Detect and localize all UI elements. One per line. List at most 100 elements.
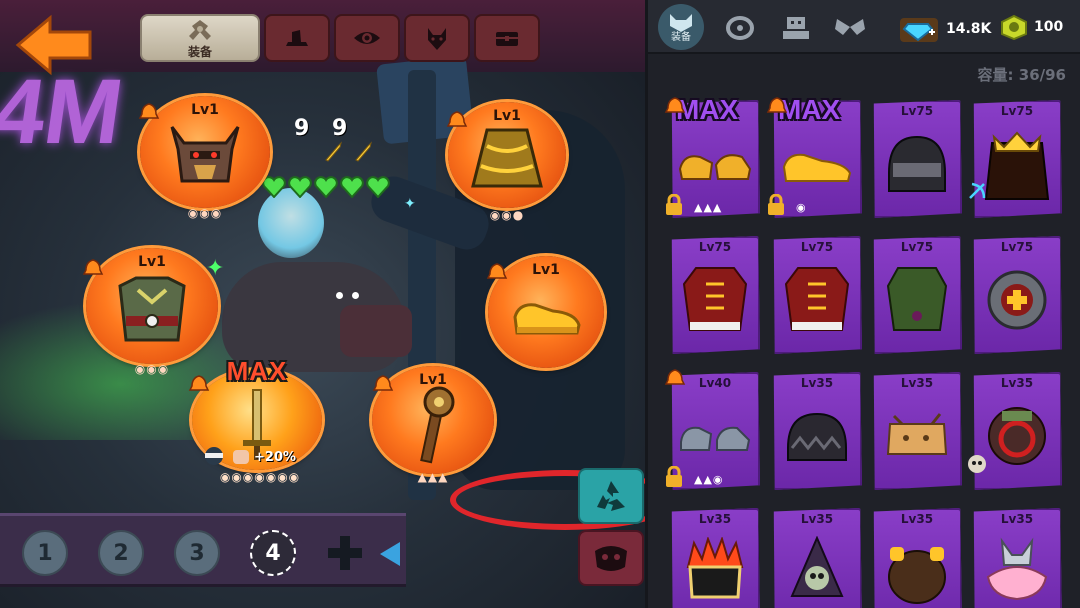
hearts-row [262,176,390,198]
eye-icon [354,32,380,44]
inventory-card[interactable]: Lv75 [969,100,1062,218]
lock-icon [666,466,682,487]
bell-icon [372,375,394,391]
slot-level: Lv1 [138,254,166,270]
inventory-card[interactable]: MAX ▲▲▲ [664,94,760,218]
ninja-mask-icon [205,447,223,465]
inventory-card[interactable]: Lv75 [772,236,862,354]
armor-slot[interactable]: Lv1 ◉◉◉ [86,248,218,376]
gold-boots-icon [782,153,852,182]
loadout-1-button[interactable]: 1 [22,530,68,576]
diamond-icon [900,18,938,42]
back-button[interactable] [14,14,94,76]
card-level: Lv75 [800,240,834,254]
tab-chest[interactable] [474,14,540,62]
hat-icon [286,30,308,46]
capacity-label: 容量: 36/96 [977,66,1066,84]
card-runes: ▲▲▲ [694,201,723,214]
red-coat-icon [784,266,850,331]
dark-helmet-icon [787,412,847,461]
tab-wolf[interactable] [404,14,470,62]
coins-counter: 100 [1000,14,1063,40]
slot-max-label: MAX [226,356,288,386]
inventory-card[interactable]: Lv35 [772,372,862,490]
appearance-button[interactable] [578,530,644,586]
slot-badges: ◉◉◉◉◉◉◉ [219,470,301,484]
inventory-card[interactable]: Lv35 [772,508,862,608]
inventory-card[interactable]: Lv40 ▲▲◉ [664,369,760,490]
sword-icon [355,141,372,162]
red-coat-icon [682,266,748,331]
collapse-arrow-icon[interactable] [378,540,402,568]
owl-icon [968,455,986,473]
bell-icon [664,369,686,385]
heart-icon [314,176,338,198]
axe-emblem-icon [189,19,211,40]
gems-value: 14.8K [946,21,992,37]
flame-mask-icon [686,536,744,599]
slot-badges: ▲▲▲ [417,470,449,484]
card-runes: ◉ [796,201,807,214]
inventory-card[interactable]: Lv75 [972,236,1062,354]
tab-label: 装备 [187,44,212,59]
card-level: Lv75 [698,240,732,254]
gray-boots-icon [680,426,751,451]
recycle-icon [597,481,625,511]
card-level: Lv75 [900,240,934,254]
boar-snout [340,305,412,357]
inv-tab-ring[interactable] [720,6,760,48]
inventory-card[interactable]: Lv75 [670,236,760,354]
loadout-bar: 1 2 3 4 [0,513,406,587]
bell-icon [82,259,104,275]
cross-shield-icon [987,270,1047,330]
card-level: Lv75 [1000,104,1034,118]
add-loadout-button[interactable] [326,534,364,572]
card-level: Lv35 [900,376,934,390]
sparkle-icon: ✦ [404,196,416,212]
recycle-button[interactable] [578,468,644,524]
robot-icon [783,17,809,39]
box-hat-icon [886,412,948,455]
card-level: Lv35 [900,512,934,526]
tab-eye[interactable] [334,14,400,62]
coins-value: 100 [1034,19,1064,35]
bell-icon [664,97,686,113]
inv-tab-equipment[interactable]: 装备 [658,4,704,50]
lock-icon [666,194,682,215]
loadout-4-button[interactable]: 4 [250,530,296,576]
inventory-card[interactable]: Lv35 [872,372,962,490]
loadout-3-button[interactable]: 3 [174,530,220,576]
bell-icon [138,103,160,119]
lock-icon [768,194,784,215]
black-helmet-icon [888,135,946,192]
inventory-card[interactable]: MAX ◉ [766,94,862,218]
inventory-card[interactable]: Lv75 [872,236,962,354]
attack-stat: 9 [294,116,310,141]
chest-icon [496,32,518,46]
tab-hat[interactable] [264,14,330,62]
mace-icon [420,386,455,464]
inventory-card[interactable]: Lv35 [972,508,1062,608]
inventory-card[interactable]: Lv35 [872,508,962,608]
inventory-card[interactable]: Lv35 [670,508,760,608]
inventory-header: 装备 14.8K 100 [648,0,1080,54]
coin-icon [1001,14,1027,40]
bell-icon [446,111,468,127]
card-runes: ▲▲◉ [694,473,724,486]
inv-tab-wings[interactable] [830,6,870,48]
tab-equipment[interactable]: 装备 [140,14,260,62]
gold-crown-cape-icon [984,131,1050,200]
pink-tutu-icon [986,537,1048,600]
inventory-card[interactable]: Lv75 [872,100,962,218]
loadout-2-button[interactable]: 2 [98,530,144,576]
bow-icon [969,182,986,199]
slot-badges: ◉◉◉ [187,206,223,220]
gold-cloak-icon [471,128,543,188]
character-scene: 4M ✦ ✦ 装备 9 9 Lv1 ◉◉◉ Lv1 ◉◉● Lv1 ◉◉◉ Lv… [0,0,645,608]
gold-gauntlets-icon [678,153,752,180]
inventory-card[interactable]: Lv35 [968,372,1062,490]
inv-tab-robot[interactable] [776,6,816,48]
card-level: Lv75 [1000,240,1034,254]
card-level: Lv35 [1000,376,1034,390]
ring-icon [726,16,754,40]
